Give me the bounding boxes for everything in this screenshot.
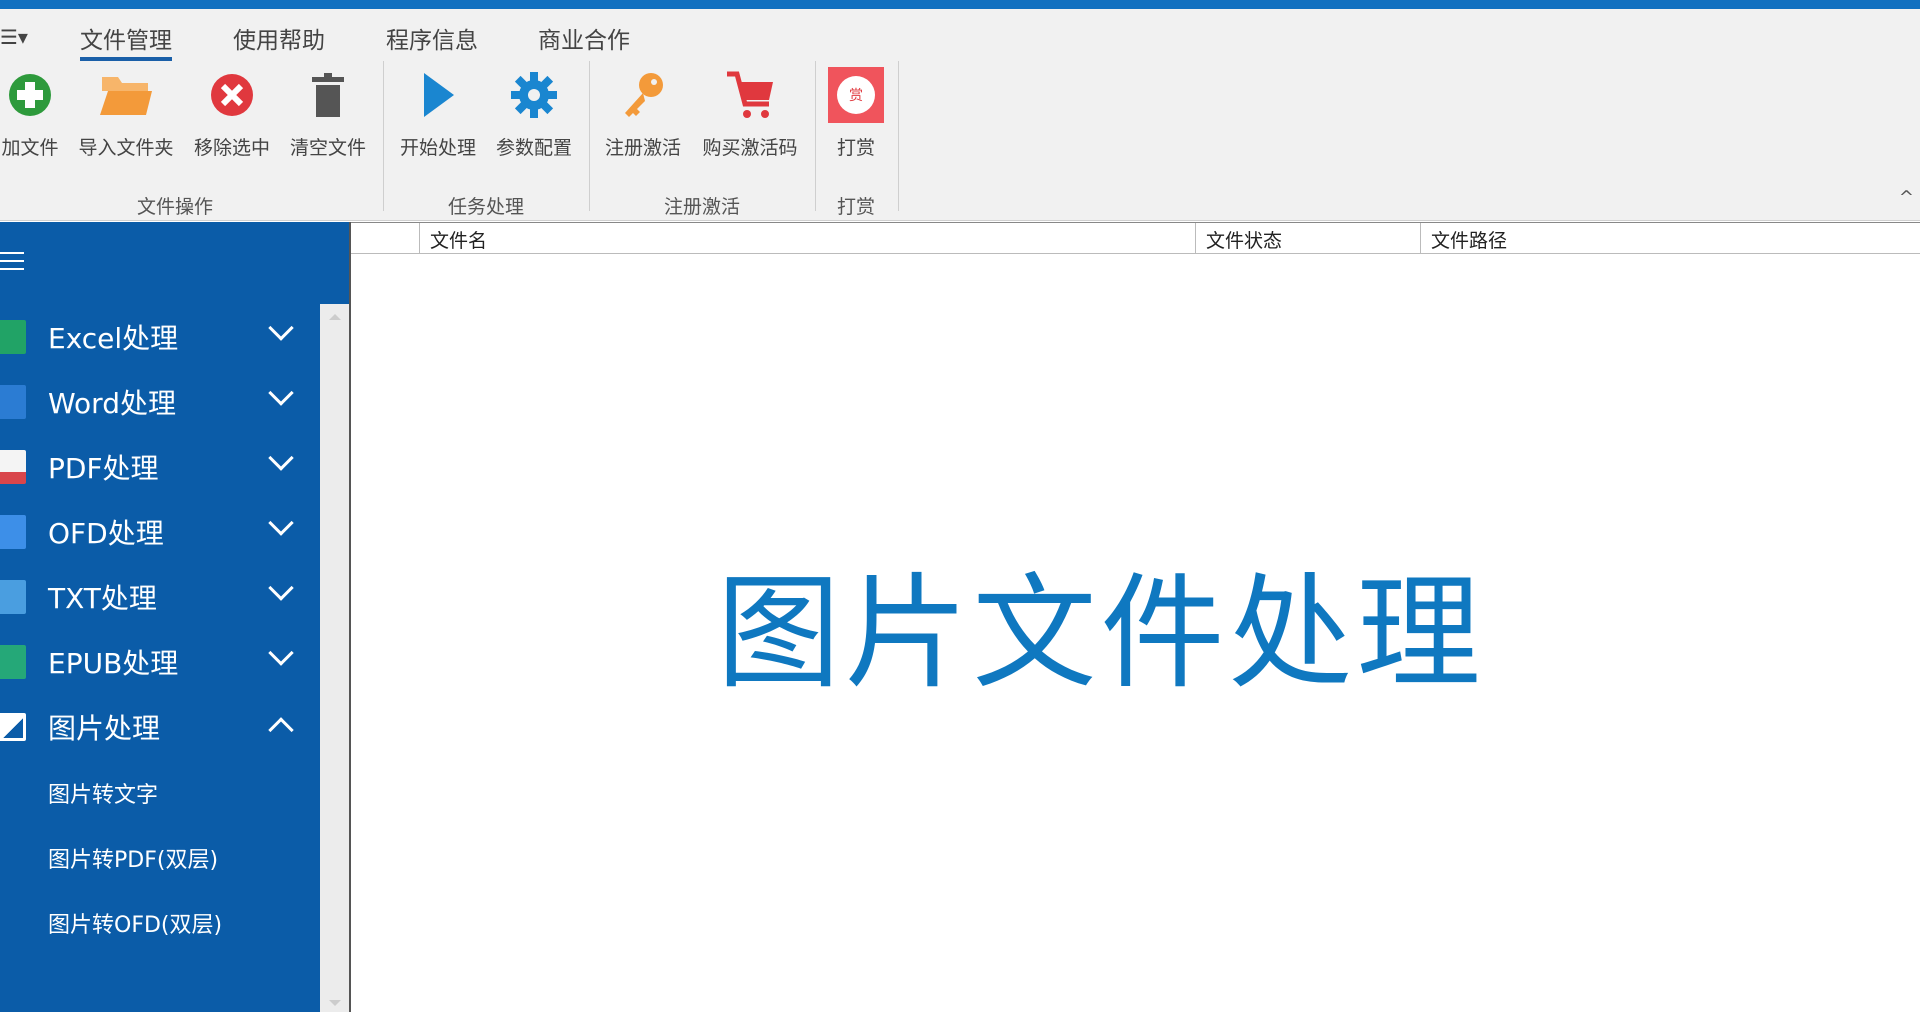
sidebar-item-txt[interactable]: TXT处理 xyxy=(0,569,320,625)
column-header-path[interactable]: 文件路径 xyxy=(1421,223,1920,253)
chevron-down-icon xyxy=(268,380,294,406)
separator xyxy=(383,61,384,211)
hamburger-menu-icon[interactable] xyxy=(0,252,24,270)
group-label-register: 注册激活 xyxy=(663,196,741,218)
table-header: 文件名 文件状态 文件路径 xyxy=(351,222,1920,254)
chevron-down-icon xyxy=(268,510,294,536)
sidebar-item-word[interactable]: Word处理 xyxy=(0,374,320,430)
tab-program-info[interactable]: 程序信息 xyxy=(386,21,478,55)
word-icon xyxy=(0,385,26,419)
ribbon: ☰▾ 文件管理 使用帮助 程序信息 商业合作 加文件 导入文件夹 移除选中 清空… xyxy=(0,9,1920,221)
reward-button[interactable]: 赏 打赏 xyxy=(808,67,904,160)
sidebar-item-epub[interactable]: EPUB处理 xyxy=(0,634,320,690)
chevron-up-icon xyxy=(268,717,294,743)
scroll-up-icon[interactable] xyxy=(329,314,341,320)
ofd-icon xyxy=(0,515,26,549)
file-table: 文件名 文件状态 文件路径 图片文件处理 xyxy=(349,222,1920,1012)
subitem-image-to-text[interactable]: 图片转文字 xyxy=(48,777,158,809)
import-folder-button[interactable]: 导入文件夹 xyxy=(78,69,174,160)
subitem-image-to-ofd[interactable]: 图片转OFD(双层) xyxy=(48,907,222,939)
sidebar-item-image[interactable]: 图片处理 xyxy=(0,699,320,755)
reward-badge: 赏 xyxy=(837,76,875,114)
trash-icon xyxy=(280,69,376,121)
reward-icon: 赏 xyxy=(808,67,904,123)
tab-file-management[interactable]: 文件管理 xyxy=(80,21,172,61)
column-header-select[interactable] xyxy=(351,223,420,253)
page-title: 图片文件处理 xyxy=(716,562,1485,706)
add-icon xyxy=(0,69,78,121)
clear-files-button[interactable]: 清空文件 xyxy=(280,69,376,160)
pdf-icon xyxy=(0,450,26,484)
sidebar-item-pdf[interactable]: PDF处理 xyxy=(0,439,320,495)
txt-icon xyxy=(0,580,26,614)
column-header-filename[interactable]: 文件名 xyxy=(420,223,1196,253)
title-bar xyxy=(0,0,1920,9)
add-file-button[interactable]: 加文件 xyxy=(0,69,78,160)
tab-help[interactable]: 使用帮助 xyxy=(233,21,325,55)
column-header-status[interactable]: 文件状态 xyxy=(1196,223,1421,253)
separator xyxy=(898,61,899,211)
chevron-down-icon xyxy=(268,575,294,601)
group-label-file-ops: 文件操作 xyxy=(136,196,214,218)
collapse-ribbon-icon[interactable]: ^ xyxy=(1899,187,1914,208)
sidebar-item-excel[interactable]: Excel处理 xyxy=(0,309,320,365)
folder-icon xyxy=(78,69,174,121)
excel-icon xyxy=(0,320,26,354)
sidebar-item-ofd[interactable]: OFD处理 xyxy=(0,504,320,560)
chevron-down-icon xyxy=(268,445,294,471)
chevron-down-icon xyxy=(268,640,294,666)
settings-button[interactable]: 参数配置 xyxy=(486,69,582,160)
separator xyxy=(589,61,590,211)
epub-icon xyxy=(0,645,26,679)
register-activate-button[interactable]: 注册激活 xyxy=(595,69,691,160)
start-processing-button[interactable]: 开始处理 xyxy=(390,69,486,160)
quick-access-menu-icon[interactable]: ☰▾ xyxy=(0,25,28,49)
image-icon xyxy=(0,713,26,741)
gear-icon xyxy=(486,69,582,121)
buy-code-button[interactable]: 购买激活码 xyxy=(702,69,798,160)
remove-icon xyxy=(184,69,280,121)
tab-business[interactable]: 商业合作 xyxy=(538,21,630,55)
sidebar: Excel处理 Word处理 PDF处理 OFD处理 TXT处理 EPUB处理 … xyxy=(0,222,349,1012)
subitem-image-to-pdf[interactable]: 图片转PDF(双层) xyxy=(48,842,218,874)
cart-icon xyxy=(702,69,798,121)
chevron-down-icon xyxy=(268,315,294,341)
sidebar-scrollbar[interactable] xyxy=(320,304,349,1012)
group-label-task: 任务处理 xyxy=(447,196,525,218)
key-icon xyxy=(595,69,691,121)
remove-selected-button[interactable]: 移除选中 xyxy=(184,69,280,160)
scroll-down-icon[interactable] xyxy=(329,1000,341,1006)
group-label-reward: 打赏 xyxy=(836,196,876,218)
play-icon xyxy=(390,69,486,121)
